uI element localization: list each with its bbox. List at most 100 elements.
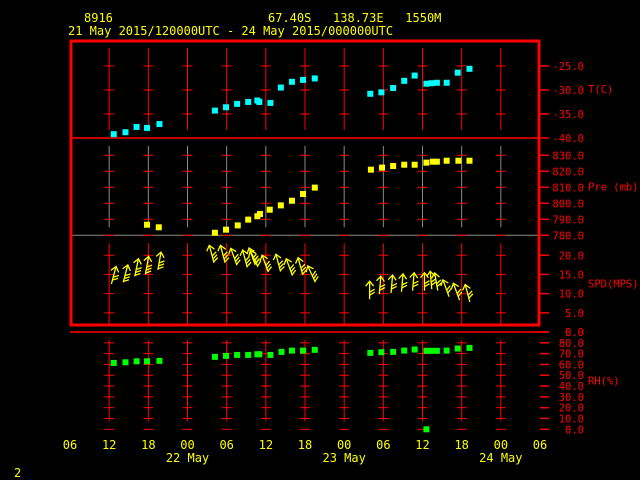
data-point	[288, 347, 295, 354]
data-point	[277, 84, 284, 91]
y-tick-label: 20.0	[559, 403, 584, 415]
data-point	[144, 221, 151, 228]
wind-arrow-shaft	[378, 276, 382, 295]
data-point	[428, 347, 435, 354]
y-tick-label: 810.0	[552, 182, 584, 194]
wind-barb	[369, 291, 375, 296]
y-tick-label: 10.0	[559, 289, 584, 301]
y-tick-label: 10.0	[559, 413, 584, 425]
grid	[70, 48, 540, 430]
y-tick-label: 0.0	[565, 424, 584, 436]
wind-arrow	[122, 263, 131, 283]
wind-arrow	[387, 274, 398, 294]
data-point	[433, 158, 440, 165]
data-point	[144, 358, 151, 365]
wind-arrow	[294, 256, 308, 276]
data-point	[300, 76, 307, 83]
wind-arrow	[155, 251, 165, 270]
data-point	[156, 121, 163, 128]
wind-barb	[424, 283, 430, 288]
data-point	[133, 123, 140, 130]
x-tick-label: 12	[415, 438, 429, 452]
x-tick-label: 12	[259, 438, 273, 452]
data-point	[223, 104, 230, 111]
x-tick-label: 18	[454, 438, 468, 452]
data-point	[234, 351, 241, 358]
y-tick-label: 830.0	[552, 150, 584, 162]
wind-arrow	[248, 249, 262, 268]
data-point	[423, 347, 430, 354]
data-point	[367, 166, 374, 173]
y-tick-label: 20.0	[559, 250, 584, 262]
data-point	[288, 197, 295, 204]
station-id: 8916	[84, 11, 113, 25]
y-tick-label: 70.0	[559, 349, 584, 361]
data-point	[311, 346, 318, 353]
y-tick-label: 0.0	[565, 327, 584, 339]
wind-arrow	[133, 257, 142, 277]
y-tick-label: 800.0	[552, 198, 584, 210]
data-point	[411, 72, 418, 79]
data-point	[378, 89, 385, 96]
data-point	[234, 222, 241, 229]
x-date-label: 22 May	[166, 451, 209, 465]
x-tick-label: 18	[298, 438, 312, 452]
wind-arrow	[375, 275, 386, 295]
x-date-label: 23 May	[322, 451, 365, 465]
y-tick-label: -35.0	[552, 109, 584, 121]
data-point	[411, 346, 418, 353]
data-point	[367, 90, 374, 97]
data-point	[401, 161, 408, 168]
data-point	[256, 211, 263, 218]
data-point	[211, 107, 218, 114]
x-tick-label: 00	[494, 438, 508, 452]
data-point	[300, 191, 307, 198]
data-point	[256, 98, 263, 105]
panel-label: SPD(MPS)	[588, 279, 639, 291]
data-point	[211, 229, 218, 236]
data-point	[110, 359, 117, 366]
y-tick-label: 50.0	[559, 370, 584, 382]
y-tick-label: -25.0	[552, 61, 584, 73]
data-point	[133, 358, 140, 365]
wind-arrow-shaft	[411, 272, 415, 291]
panel-label: Pre (mb)	[588, 182, 639, 194]
data-point	[234, 100, 241, 107]
wind-arrow-shaft	[429, 271, 433, 290]
y-tick-label: -40.0	[552, 133, 584, 145]
y-tick-label: 820.0	[552, 166, 584, 178]
x-tick-label: 06	[376, 438, 390, 452]
data-point	[401, 347, 408, 354]
data-point	[245, 351, 252, 358]
wind-arrow	[398, 272, 408, 292]
data-point	[266, 206, 273, 213]
data-point	[300, 347, 307, 354]
data-marks	[110, 65, 474, 433]
data-point	[311, 75, 318, 82]
data-point	[411, 161, 418, 168]
data-point	[245, 216, 252, 223]
data-point	[423, 159, 430, 166]
y-tick-label: 30.0	[559, 392, 584, 404]
y-tick-label: 80.0	[559, 338, 584, 350]
x-tick-label: 00	[180, 438, 194, 452]
y-tick-label: -30.0	[552, 85, 584, 97]
data-point	[223, 226, 230, 233]
time-range: 21 May 2015/120000UTC - 24 May 2015/0000…	[68, 24, 393, 38]
data-point	[122, 129, 129, 136]
page-number: 2	[14, 466, 21, 480]
x-tick-label: 12	[102, 438, 116, 452]
data-point	[390, 85, 397, 92]
data-point	[466, 157, 473, 164]
data-point	[454, 69, 461, 76]
data-point	[428, 80, 435, 87]
data-point	[144, 124, 151, 131]
wind-arrow	[272, 253, 285, 272]
y-tick-label: 5.0	[565, 308, 584, 320]
data-point	[466, 65, 473, 72]
data-point	[379, 164, 386, 171]
y-tick-label: 40.0	[559, 381, 584, 393]
data-point	[288, 78, 295, 85]
data-point	[122, 359, 129, 366]
data-point	[466, 344, 473, 351]
